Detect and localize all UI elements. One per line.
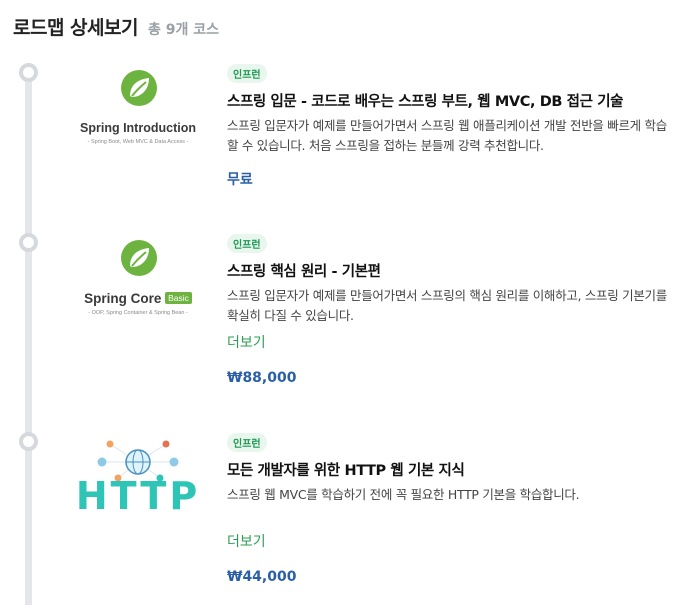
course-price: 무료 (227, 172, 253, 188)
more-link[interactable]: 더보기 (227, 531, 667, 551)
spring-leaf-icon (121, 70, 157, 106)
course-count: 총 9개 코스 (147, 22, 219, 38)
roadmap-header: 로드맵 상세보기 총 9개 코스 (13, 13, 219, 40)
course-price: ₩44,000 (227, 569, 297, 585)
page-title: 로드맵 상세보기 (13, 17, 138, 39)
thumbnail-title: Spring Core Basic (66, 291, 210, 306)
course-description: 스프링 입문자가 예제를 만들어가면서 스프링 웹 애플리케이션 개발 전반을 … (227, 118, 667, 153)
course-thumbnail[interactable]: Spring Core Basic - OOP, Spring Containe… (66, 233, 210, 329)
timeline-dot (19, 233, 38, 252)
course-card[interactable]: Spring Introduction - Spring Boot, Web M… (66, 63, 667, 243)
source-badge: 인프런 (227, 234, 267, 253)
timeline-line (25, 66, 32, 605)
thumbnail-subtitle: - OOP, Spring Container & Spring Bean - (88, 310, 188, 316)
course-title[interactable]: 스프링 핵심 원리 - 기본편 (227, 260, 667, 281)
thumbnail-title-text: Spring Core (84, 291, 162, 306)
source-badge: 인프런 (227, 433, 267, 452)
thumbnail-subtitle: - Spring Boot, Web MVC & Data Access - (87, 139, 189, 145)
thumbnail-tag: Basic (165, 292, 192, 304)
thumbnail-title: Spring Introduction (80, 121, 196, 135)
course-card[interactable]: Spring Core Basic - OOP, Spring Containe… (66, 233, 667, 413)
course-title[interactable]: 스프링 입문 - 코드로 배우는 스프링 부트, 웹 MVC, DB 접근 기술 (227, 90, 667, 111)
course-description: 스프링 웹 MVC를 학습하기 전에 꼭 필요한 HTTP 기본을 학습합니다. (227, 487, 580, 502)
timeline-dot (19, 63, 38, 82)
course-thumbnail[interactable]: Spring Introduction - Spring Boot, Web M… (66, 63, 210, 159)
more-link[interactable]: 더보기 (227, 332, 667, 352)
course-title[interactable]: 모든 개발자를 위한 HTTP 웹 기본 지식 (227, 459, 667, 480)
course-price: ₩88,000 (227, 370, 297, 386)
course-description: 스프링 입문자가 예제를 만들어가면서 스프링의 핵심 원리를 이해하고, 스프… (227, 288, 667, 323)
source-badge: 인프런 (227, 64, 267, 83)
course-card[interactable]: HTTP 인프런 모든 개발자를 위한 HTTP 웹 기본 지식 스프링 웹 M… (66, 432, 666, 605)
timeline-dot (19, 432, 38, 451)
spring-leaf-icon (121, 240, 157, 276)
course-thumbnail[interactable]: HTTP (66, 432, 210, 528)
thumbnail-title: HTTP (75, 474, 201, 518)
